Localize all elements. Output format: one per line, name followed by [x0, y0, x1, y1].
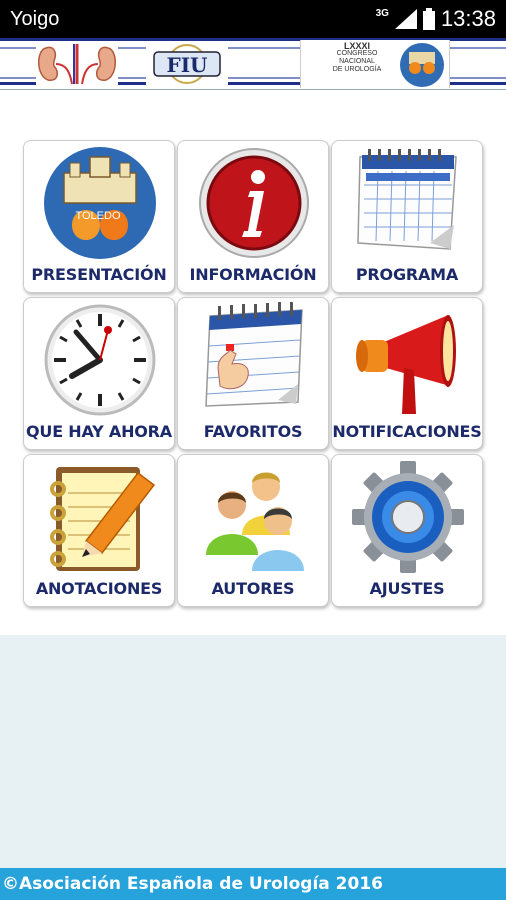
- toledo-logo-icon: TOLEDO: [44, 147, 156, 259]
- menu-label: NOTIFICACIONES: [332, 422, 482, 441]
- menu-label: QUE HAY AHORA: [26, 422, 172, 441]
- copyright-text: ©Asociación Española de Urología 2016: [2, 874, 383, 894]
- menu-label: AUTORES: [211, 579, 295, 598]
- menu-label: ANOTACIONES: [35, 579, 163, 598]
- menu-tile-notificaciones[interactable]: NOTIFICACIONES: [331, 297, 483, 450]
- congress-line-3: DE UROLOGÍA: [332, 66, 382, 73]
- calendar-icon: [357, 149, 457, 250]
- battery-icon: [422, 8, 435, 30]
- content-background: [0, 635, 506, 868]
- status-bar: Yoigo 3G 13:38: [0, 0, 506, 38]
- menu-tile-programa[interactable]: PROGRAMA: [331, 140, 483, 293]
- menu-label: FAVORITOS: [203, 422, 303, 441]
- congress-numeral: LXXXI: [343, 41, 370, 51]
- signal-icon: [394, 9, 417, 29]
- clock-time: 13:38: [440, 6, 496, 31]
- menu-tile-autores[interactable]: AUTORES: [177, 454, 329, 607]
- carrier-name: Yoigo: [10, 8, 60, 30]
- info-icon: [199, 148, 309, 258]
- network-type: 3G: [375, 8, 389, 19]
- fiu-logo-text: FIU: [167, 53, 208, 77]
- menu-tile-favoritos[interactable]: FAVORITOS: [177, 297, 329, 450]
- gear-icon: [352, 461, 464, 573]
- menu-tile-ajustes[interactable]: AJUSTES: [331, 454, 483, 607]
- toledo-text: TOLEDO: [75, 210, 120, 222]
- menu-label: AJUSTES: [369, 579, 445, 598]
- status-icons: 3G 13:38: [376, 6, 496, 32]
- calendar-tap-icon: [205, 302, 303, 407]
- main-menu-grid: TOLEDO PRESENTACIÓN INFORMACIÓN PROGRAMA…: [23, 140, 484, 607]
- fiu-logo: FIU: [146, 42, 228, 86]
- app-header-banner: FIU LXXXI CONGRESO NACIONAL DE UROLOGÍA: [0, 38, 506, 90]
- menu-label: PRESENTACIÓN: [31, 265, 167, 284]
- kidneys-logo-icon: [36, 42, 118, 86]
- menu-tile-informacion[interactable]: INFORMACIÓN: [177, 140, 329, 293]
- megaphone-icon: [356, 315, 456, 414]
- congress-line-2: NACIONAL: [339, 58, 375, 65]
- menu-tile-que-hay-ahora[interactable]: QUE HAY AHORA: [23, 297, 175, 450]
- menu-tile-anotaciones[interactable]: ANOTACIONES: [23, 454, 175, 607]
- congress-logo: LXXXI CONGRESO NACIONAL DE UROLOGÍA: [300, 40, 450, 88]
- people-icon: [206, 472, 304, 571]
- congress-emblem-icon: [400, 43, 444, 87]
- clock-icon: [44, 304, 156, 416]
- congress-line-1: CONGRESO: [336, 50, 378, 57]
- notepad-pencil-icon: [50, 467, 156, 571]
- menu-label: INFORMACIÓN: [189, 265, 317, 284]
- footer-bar: ©Asociación Española de Urología 2016: [0, 868, 506, 900]
- menu-tile-presentacion[interactable]: TOLEDO PRESENTACIÓN: [23, 140, 175, 293]
- menu-label: PROGRAMA: [355, 265, 459, 284]
